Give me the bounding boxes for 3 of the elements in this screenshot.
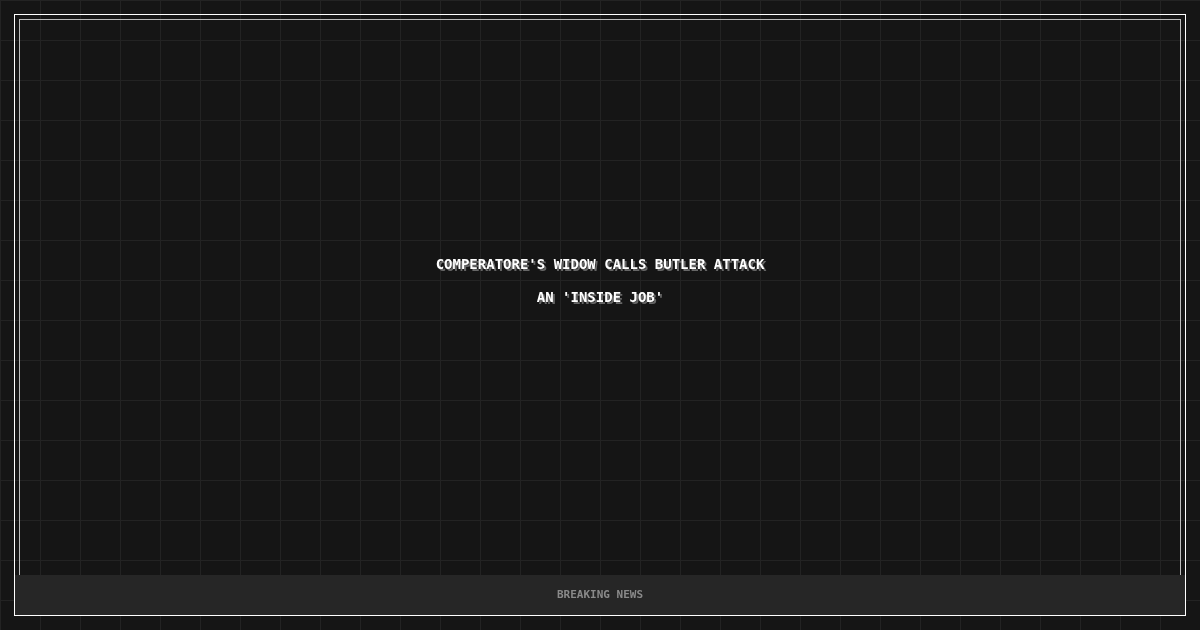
headline: AN 'INSIDE JOB' xyxy=(536,287,664,307)
footer-label: BREAKING NEWS xyxy=(556,586,644,603)
headline: COMPERATORE'S WIDOW CALLS BUTLER ATTACK xyxy=(435,254,765,274)
